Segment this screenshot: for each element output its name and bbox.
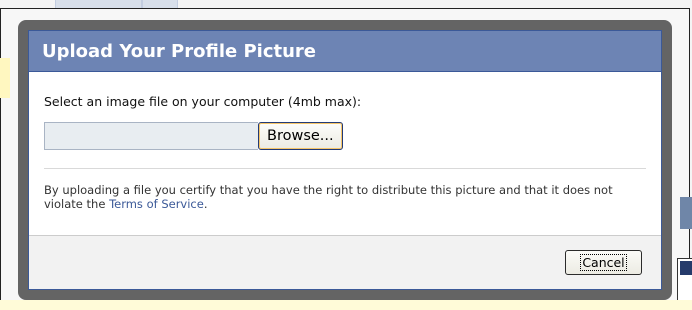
background-strip [680, 197, 692, 229]
dialog-title: Upload Your Profile Picture [29, 31, 661, 72]
background-footer [0, 300, 692, 310]
upload-dialog: Upload Your Profile Picture Select an im… [28, 30, 662, 290]
background-highlight [0, 58, 10, 98]
cancel-label: Cancel [580, 254, 627, 271]
cancel-button[interactable]: Cancel [565, 250, 642, 275]
upload-instruction: Select an image file on your computer (4… [44, 94, 362, 109]
dialog-footer: Cancel [29, 235, 661, 289]
file-path-input[interactable] [44, 122, 258, 150]
terms-period: . [203, 197, 208, 211]
file-picker: Browse... [44, 122, 646, 150]
browse-button[interactable]: Browse... [258, 122, 343, 150]
terms-notice: By uploading a file you certify that you… [44, 183, 646, 211]
terms-of-service-link[interactable]: Terms of Service [109, 197, 204, 211]
dialog-body: Select an image file on your computer (4… [29, 72, 661, 211]
divider [44, 168, 646, 169]
